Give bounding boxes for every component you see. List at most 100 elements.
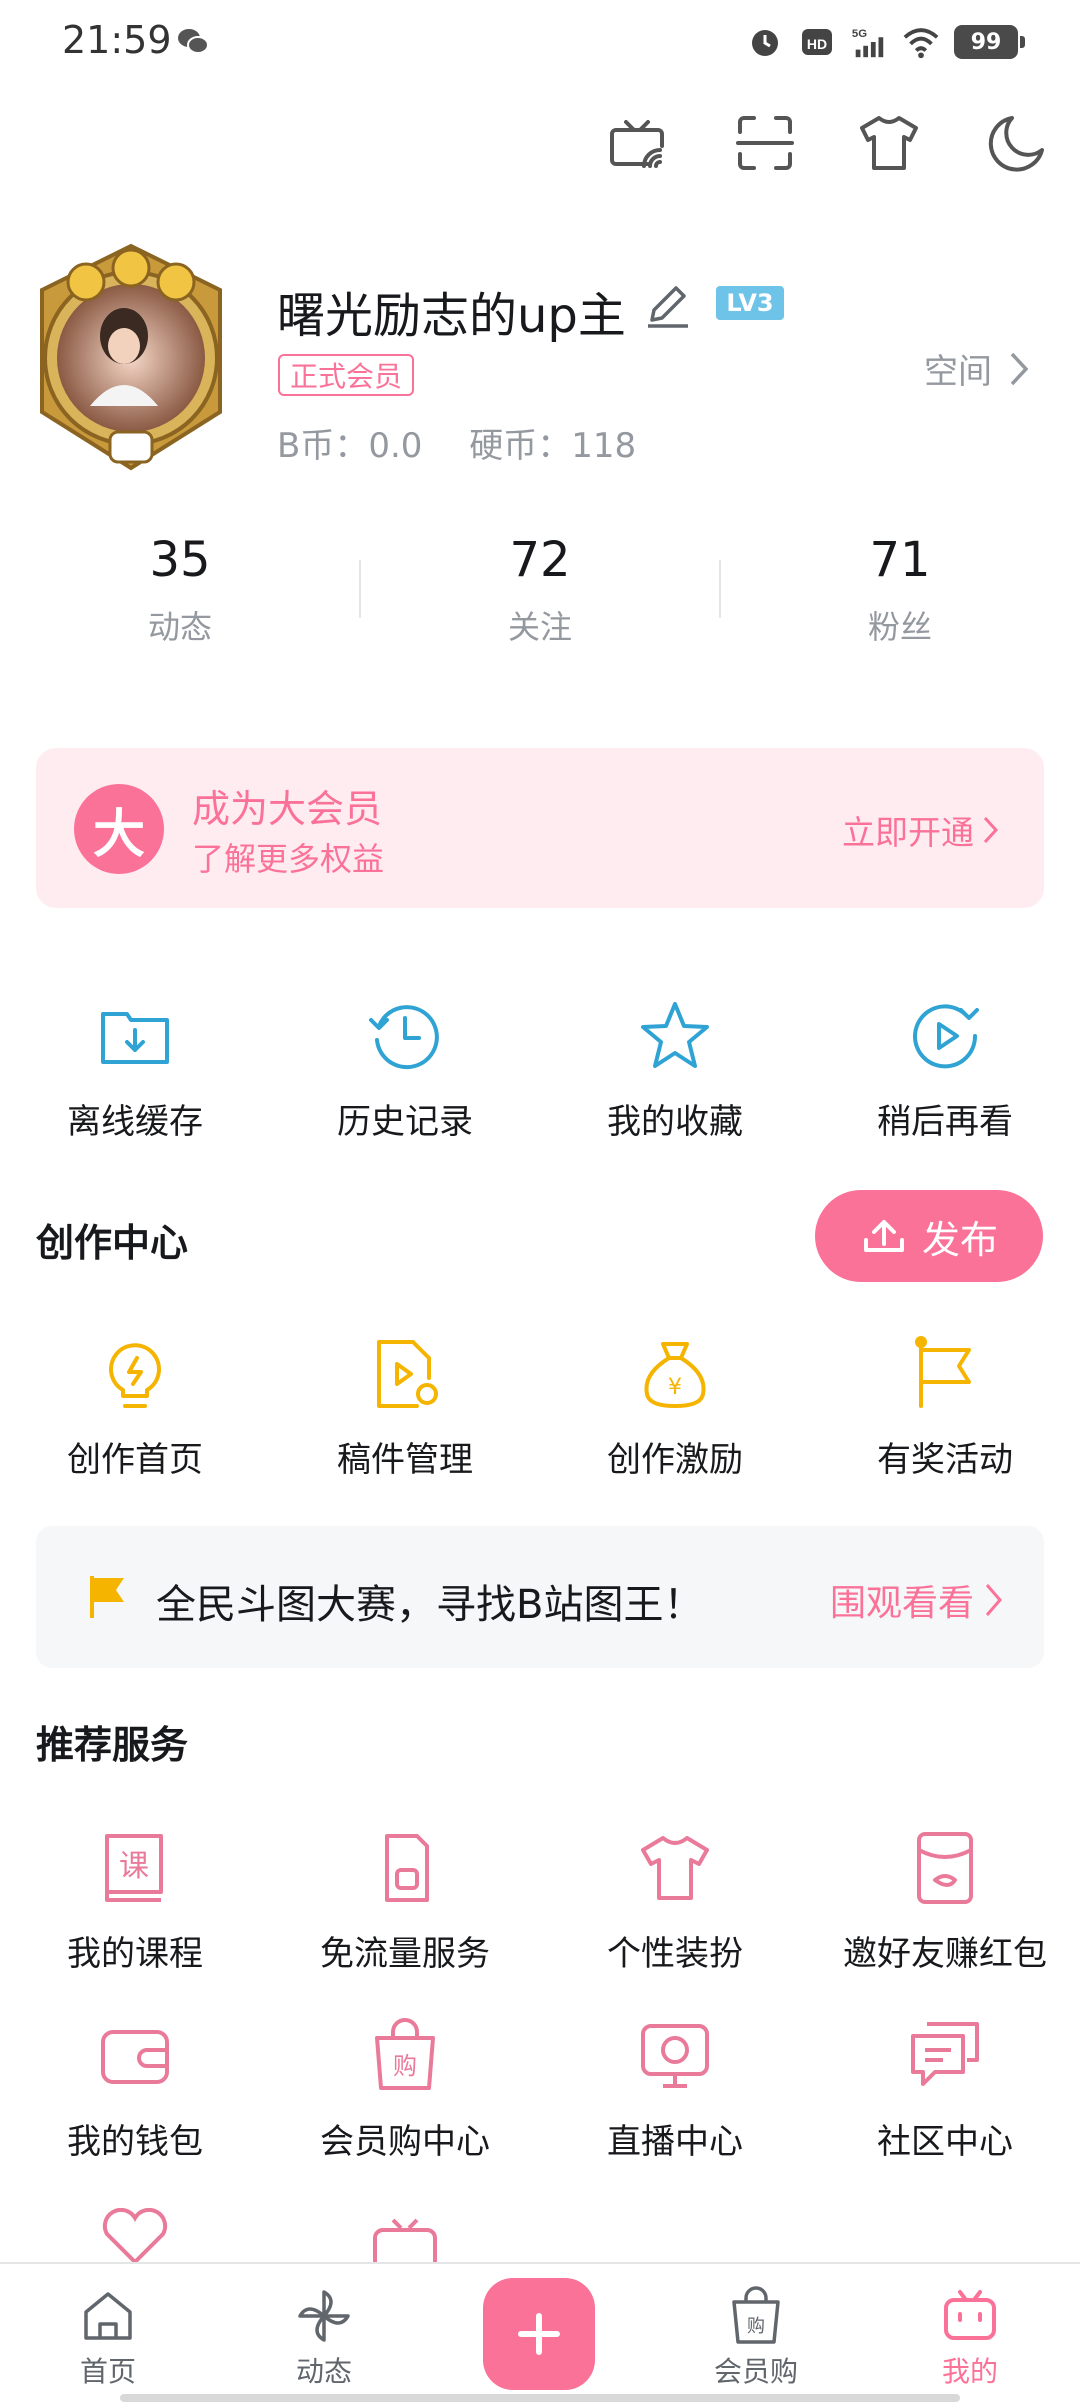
service-my-courses[interactable]: 课 我的课程 [0, 1828, 270, 1975]
nav-label: 我的 [941, 2355, 998, 2388]
chevron-right-icon [985, 1584, 1002, 1616]
chevron-right-icon [983, 816, 999, 844]
space-link[interactable]: 空间 [924, 344, 1030, 393]
vip-subtitle: 了解更多权益 [192, 840, 385, 878]
creation-manuscripts[interactable]: 稿件管理 [270, 1334, 540, 1481]
money-bag-icon: ¥ [644, 1342, 706, 1408]
status-icons: HD 5G 99 [746, 22, 1025, 62]
wechat-icon [178, 29, 209, 54]
publish-button[interactable]: 发布 [815, 1190, 1043, 1282]
nav-home[interactable]: 首页 [28, 2286, 188, 2390]
svg-text:HD: HD [807, 36, 827, 52]
service-community[interactable]: 社区中心 [810, 2016, 1080, 2163]
manuscript-icon [377, 1340, 438, 1408]
vip-logo: 大 [74, 784, 164, 874]
tv-icon [944, 2290, 996, 2340]
service-invite-friends[interactable]: 邀好友赚红包 [810, 1828, 1080, 1975]
shopping-bag-icon: 购 [732, 2286, 780, 2344]
creation-incentive[interactable]: ¥ 创作激励 [540, 1334, 810, 1481]
quick-offline-cache[interactable]: 离线缓存 [0, 996, 270, 1143]
svg-text:5G: 5G [852, 28, 867, 40]
quick-watch-later[interactable]: 稍后再看 [810, 996, 1080, 1143]
nav-dynamics[interactable]: 动态 [244, 2286, 404, 2390]
nav-label: 会员购 [713, 2355, 798, 2388]
service-live-center[interactable]: 直播中心 [540, 2016, 810, 2163]
svg-text:购: 购 [747, 2316, 765, 2337]
service-personal-dressup[interactable]: 个性装扮 [540, 1828, 810, 1975]
gesture-bar [120, 2394, 960, 2402]
status-time: 21:59 [62, 18, 172, 62]
service-label: 个性装扮 [607, 1934, 743, 1974]
vip-open-button[interactable]: 立即开通 [842, 806, 1000, 854]
sim-card-icon [385, 1834, 429, 1902]
service-free-data[interactable]: 免流量服务 [270, 1828, 540, 1975]
battery-indicator: 99 [954, 25, 1025, 59]
service-member-shop[interactable]: 购 会员购中心 [270, 2016, 540, 2163]
promo-banner[interactable]: 全民斗图大赛，寻找B站图王！ 围观看看 [36, 1526, 1044, 1668]
stat-value: 72 [509, 532, 571, 588]
service-label: 我的课程 [67, 1934, 203, 1974]
creation-center-title: 创作中心 [36, 1221, 189, 1265]
quick-history[interactable]: 历史记录 [270, 996, 540, 1143]
service-label: 直播中心 [607, 2122, 743, 2162]
flag-icon [90, 1576, 124, 1618]
service-label: 我的钱包 [67, 2122, 203, 2162]
avatar[interactable] [24, 236, 238, 480]
service-wallet[interactable]: 我的钱包 [0, 2016, 270, 2163]
creation-events[interactable]: 有奖活动 [810, 1334, 1080, 1481]
creation-home[interactable]: 创作首页 [0, 1334, 270, 1481]
quick-action-label: 我的收藏 [607, 1102, 743, 1142]
5g-signal-icon: 5G [852, 28, 884, 58]
stat-value: 71 [869, 532, 931, 588]
edit-icon[interactable] [642, 280, 694, 330]
stat-followers[interactable]: 71 粉丝 [720, 532, 1080, 648]
svg-text:课: 课 [119, 1849, 149, 1884]
status-bar: 21:59 HD 5G 99 [0, 0, 1080, 84]
history-clock-icon [369, 1005, 439, 1070]
tv-cast-icon[interactable] [604, 110, 670, 176]
watch-later-icon [913, 1004, 979, 1069]
stat-dynamics[interactable]: 35 动态 [0, 532, 360, 648]
stat-following[interactable]: 72 关注 [360, 532, 720, 648]
stat-value: 35 [149, 532, 211, 588]
stat-label: 关注 [507, 608, 572, 646]
quick-favorites[interactable]: 我的收藏 [540, 996, 810, 1143]
red-packet-icon [917, 1832, 973, 1904]
nav-mine[interactable]: 我的 [890, 2286, 1050, 2390]
coin-value: 硬币：118 [469, 426, 637, 466]
creation-item-label: 创作激励 [607, 1440, 743, 1480]
tv-icon[interactable] [365, 2216, 445, 2262]
tshirt-icon [641, 1836, 709, 1900]
outfit-icon[interactable] [856, 110, 922, 176]
alarm-icon [752, 30, 778, 56]
coin-info: B币：0.0 硬币：118 [277, 418, 672, 467]
pinwheel-icon [298, 2290, 350, 2342]
bottom-nav: 首页 动态 购 会员购 我的 [0, 2262, 1080, 2408]
scan-icon[interactable] [732, 110, 798, 176]
night-mode-icon[interactable] [982, 110, 1048, 176]
services-title: 推荐服务 [36, 1723, 189, 1767]
publish-label: 发布 [921, 1217, 998, 1262]
space-link-label: 空间 [924, 352, 992, 392]
heart-icon[interactable] [95, 2208, 175, 2262]
vip-title: 成为大会员 [192, 787, 383, 831]
username: 曙光励志的up主 [277, 288, 626, 344]
nav-publish-button[interactable] [483, 2278, 595, 2390]
service-label: 会员购中心 [320, 2122, 490, 2162]
creation-item-label: 稿件管理 [337, 1440, 473, 1480]
star-icon [641, 1002, 709, 1068]
vip-banner[interactable]: 大 成为大会员 了解更多权益 立即开通 [36, 748, 1044, 908]
service-label: 邀好友赚红包 [843, 1934, 1047, 1974]
nav-label: 首页 [79, 2355, 136, 2388]
svg-text:¥: ¥ [668, 1375, 682, 1400]
promo-text: 全民斗图大赛，寻找B站图王！ [156, 1582, 704, 1628]
creation-item-label: 创作首页 [67, 1440, 203, 1480]
upload-icon [863, 1220, 904, 1252]
promo-link[interactable]: 围观看看 [830, 1574, 1004, 1626]
nav-member-shop[interactable]: 购 会员购 [676, 2286, 836, 2390]
quick-action-label: 稍后再看 [877, 1102, 1013, 1142]
promo-link-label: 围观看看 [829, 1583, 974, 1624]
level-badge: LV3 [716, 286, 784, 320]
vip-open-label: 立即开通 [842, 813, 974, 852]
quick-action-label: 离线缓存 [67, 1102, 203, 1142]
